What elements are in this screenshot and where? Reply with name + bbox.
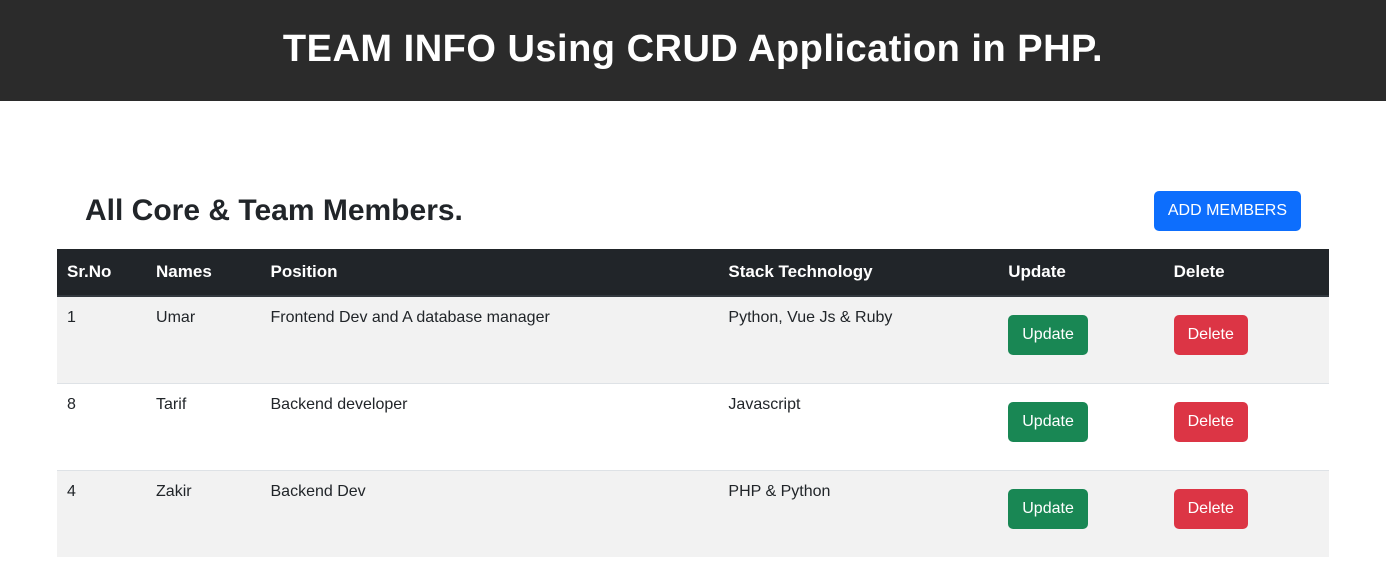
add-members-button[interactable]: ADD MEMBERS	[1154, 191, 1301, 231]
topbar: All Core & Team Members. ADD MEMBERS	[57, 191, 1329, 231]
cell-update: Update	[998, 471, 1163, 558]
table-header-row: Sr.No Names Position Stack Technology Up…	[57, 249, 1329, 296]
cell-srno: 8	[57, 384, 146, 471]
table-row: 4 Zakir Backend Dev PHP & Python Update …	[57, 471, 1329, 558]
cell-name: Zakir	[146, 471, 260, 558]
members-table: Sr.No Names Position Stack Technology Up…	[57, 249, 1329, 557]
page-title: TEAM INFO Using CRUD Application in PHP.	[0, 28, 1386, 71]
update-button[interactable]: Update	[1008, 315, 1088, 355]
main-container: All Core & Team Members. ADD MEMBERS Sr.…	[45, 191, 1341, 557]
col-header-update: Update	[998, 249, 1163, 296]
cell-stack: Python, Vue Js & Ruby	[718, 296, 998, 384]
col-header-names: Names	[146, 249, 260, 296]
cell-position: Backend developer	[261, 384, 719, 471]
header-banner: TEAM INFO Using CRUD Application in PHP.	[0, 0, 1386, 101]
table-row: 1 Umar Frontend Dev and A database manag…	[57, 296, 1329, 384]
cell-delete: Delete	[1164, 384, 1329, 471]
cell-stack: Javascript	[718, 384, 998, 471]
table-row: 8 Tarif Backend developer Javascript Upd…	[57, 384, 1329, 471]
col-header-position: Position	[261, 249, 719, 296]
cell-update: Update	[998, 384, 1163, 471]
col-header-srno: Sr.No	[57, 249, 146, 296]
delete-button[interactable]: Delete	[1174, 489, 1248, 529]
cell-stack: PHP & Python	[718, 471, 998, 558]
section-title: All Core & Team Members.	[85, 194, 463, 228]
cell-srno: 4	[57, 471, 146, 558]
cell-delete: Delete	[1164, 296, 1329, 384]
cell-update: Update	[998, 296, 1163, 384]
col-header-stack: Stack Technology	[718, 249, 998, 296]
cell-delete: Delete	[1164, 471, 1329, 558]
cell-name: Tarif	[146, 384, 260, 471]
cell-position: Frontend Dev and A database manager	[261, 296, 719, 384]
col-header-delete: Delete	[1164, 249, 1329, 296]
cell-name: Umar	[146, 296, 260, 384]
update-button[interactable]: Update	[1008, 402, 1088, 442]
delete-button[interactable]: Delete	[1174, 402, 1248, 442]
cell-srno: 1	[57, 296, 146, 384]
delete-button[interactable]: Delete	[1174, 315, 1248, 355]
cell-position: Backend Dev	[261, 471, 719, 558]
update-button[interactable]: Update	[1008, 489, 1088, 529]
